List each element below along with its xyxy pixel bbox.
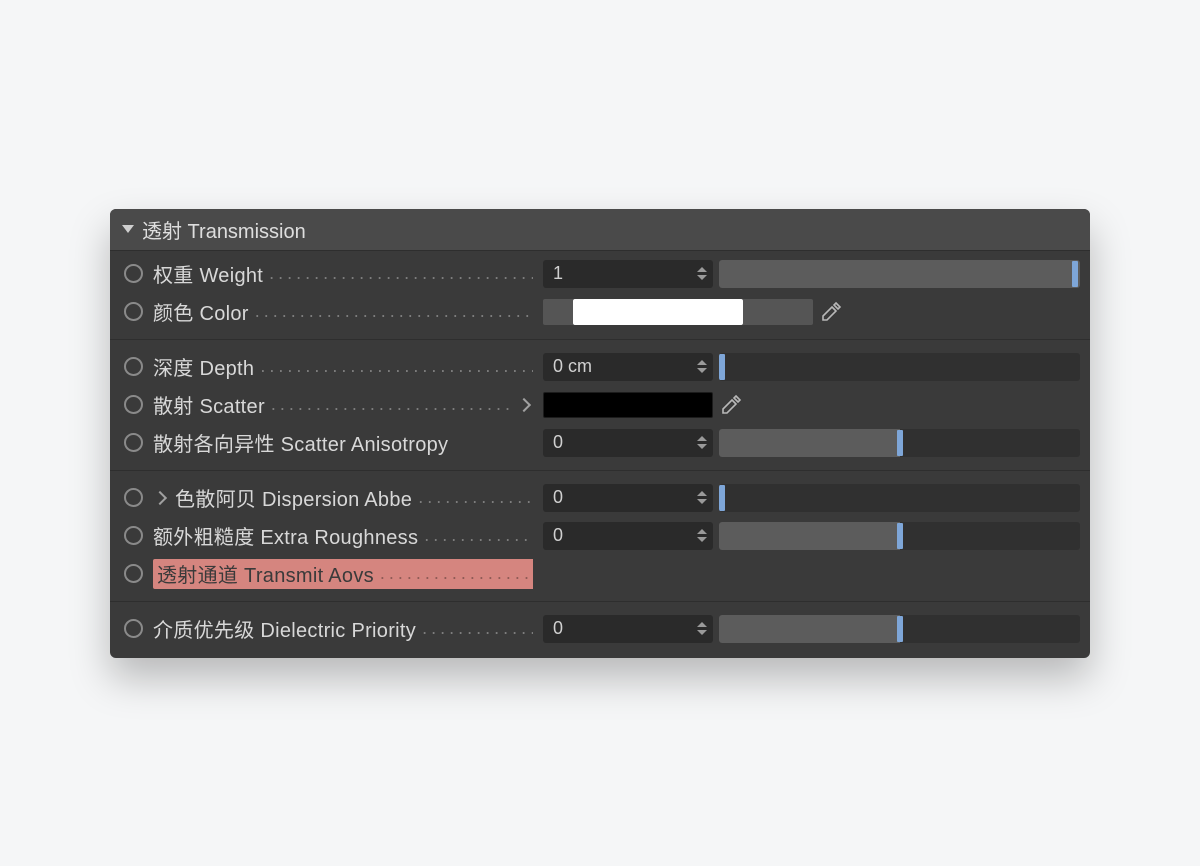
row-scatter: 散射 Scatter .............................… bbox=[110, 386, 1090, 424]
spinner-icon[interactable] bbox=[695, 263, 709, 285]
scatter-aniso-slider[interactable] bbox=[719, 429, 1080, 457]
dots-icon: ........................................… bbox=[418, 487, 533, 508]
dispersion-abbe-slider[interactable] bbox=[719, 484, 1080, 512]
scatter-aniso-input[interactable]: 0 bbox=[543, 429, 713, 457]
value-text: 0 cm bbox=[553, 356, 592, 377]
dielectric-priority-slider[interactable] bbox=[719, 615, 1080, 643]
row-extra-roughness: 额外粗糙度 Extra Roughness ..................… bbox=[110, 517, 1090, 555]
extra-roughness-input[interactable]: 0 bbox=[543, 522, 713, 550]
label-dielectric-priority: 介质优先级 Dielectric Priority ..............… bbox=[153, 614, 533, 643]
link-dot-icon[interactable] bbox=[124, 357, 143, 376]
control-scatter-aniso: 0 bbox=[543, 428, 1080, 458]
control-extra-roughness: 0 bbox=[543, 521, 1080, 551]
transmission-panel: 透射 Transmission 权重 Weight ..............… bbox=[110, 209, 1090, 658]
extra-roughness-slider[interactable] bbox=[719, 522, 1080, 550]
value-text: 1 bbox=[553, 263, 563, 284]
spinner-icon[interactable] bbox=[695, 432, 709, 454]
dispersion-abbe-input[interactable]: 0 bbox=[543, 484, 713, 512]
value-text: 0 bbox=[553, 618, 563, 639]
label-text: 深度 Depth bbox=[153, 352, 254, 381]
link-dot-icon[interactable] bbox=[124, 488, 143, 507]
row-depth: 深度 Depth ...............................… bbox=[110, 348, 1090, 386]
control-depth: 0 cm bbox=[543, 352, 1080, 382]
label-weight: 权重 Weight ..............................… bbox=[153, 259, 533, 288]
label-scatter-aniso: 散射各向异性 Scatter Anisotropy bbox=[153, 428, 533, 457]
value-text: 0 bbox=[553, 487, 563, 508]
group-2: 深度 Depth ...............................… bbox=[110, 344, 1090, 466]
label-color: 颜色 Color ...............................… bbox=[153, 297, 533, 326]
label-text: 颜色 Color bbox=[153, 297, 249, 326]
spinner-icon[interactable] bbox=[695, 356, 709, 378]
label-text: 透射通道 Transmit Aovs bbox=[157, 559, 374, 588]
label-text: 额外粗糙度 Extra Roughness bbox=[153, 521, 418, 550]
dots-icon: ........................................… bbox=[255, 301, 533, 322]
chevron-right-icon[interactable] bbox=[517, 397, 531, 411]
color-tail-bar bbox=[743, 299, 813, 325]
control-dispersion-abbe: 0 bbox=[543, 483, 1080, 513]
group-1: 权重 Weight ..............................… bbox=[110, 251, 1090, 335]
spinner-icon[interactable] bbox=[695, 618, 709, 640]
eyedropper-icon[interactable] bbox=[719, 393, 743, 417]
row-color: 颜色 Color ...............................… bbox=[110, 293, 1090, 331]
control-dielectric-priority: 0 bbox=[543, 614, 1080, 644]
dots-icon: ........................................… bbox=[269, 263, 533, 284]
collapse-triangle-icon[interactable] bbox=[122, 225, 134, 233]
label-depth: 深度 Depth ...............................… bbox=[153, 352, 533, 381]
divider bbox=[110, 601, 1090, 602]
color-swatch[interactable] bbox=[573, 299, 743, 325]
dots-icon: ........................................… bbox=[271, 394, 511, 415]
weight-input[interactable]: 1 bbox=[543, 260, 713, 288]
label-text: 权重 Weight bbox=[153, 259, 263, 288]
section-header[interactable]: 透射 Transmission bbox=[110, 209, 1090, 251]
link-dot-icon[interactable] bbox=[124, 433, 143, 452]
value-text: 0 bbox=[553, 432, 563, 453]
dielectric-priority-input[interactable]: 0 bbox=[543, 615, 713, 643]
dots-icon: ........................................… bbox=[422, 618, 533, 639]
row-transmit-aovs: 透射通道 Transmit Aovs .....................… bbox=[110, 555, 1090, 593]
eyedropper-icon[interactable] bbox=[819, 300, 843, 324]
label-text: 色散阿贝 Dispersion Abbe bbox=[175, 483, 412, 512]
color-lead-bar bbox=[543, 299, 573, 325]
dots-icon: ........................................… bbox=[380, 563, 533, 584]
value-text: 0 bbox=[553, 525, 563, 546]
link-dot-icon[interactable] bbox=[124, 526, 143, 545]
row-dielectric-priority: 介质优先级 Dielectric Priority ..............… bbox=[110, 610, 1090, 648]
depth-input[interactable]: 0 cm bbox=[543, 353, 713, 381]
label-text: 散射各向异性 Scatter Anisotropy bbox=[153, 428, 448, 457]
row-scatter-anisotropy: 散射各向异性 Scatter Anisotropy 0 bbox=[110, 424, 1090, 462]
control-color bbox=[543, 297, 1080, 327]
label-transmit-aovs: 透射通道 Transmit Aovs .....................… bbox=[153, 559, 533, 589]
spinner-icon[interactable] bbox=[695, 487, 709, 509]
control-transmit-aovs bbox=[543, 559, 1080, 589]
spinner-icon[interactable] bbox=[695, 525, 709, 547]
label-text: 散射 Scatter bbox=[153, 390, 265, 419]
label-scatter: 散射 Scatter .............................… bbox=[153, 390, 533, 419]
label-text: 介质优先级 Dielectric Priority bbox=[153, 614, 416, 643]
label-dispersion-abbe: 色散阿贝 Dispersion Abbe ...................… bbox=[153, 483, 533, 512]
dots-icon: ........................................… bbox=[424, 525, 533, 546]
scatter-swatch[interactable] bbox=[543, 392, 713, 418]
control-scatter bbox=[543, 390, 1080, 420]
link-dot-icon[interactable] bbox=[124, 395, 143, 414]
section-title: 透射 Transmission bbox=[142, 215, 306, 244]
link-dot-icon[interactable] bbox=[124, 302, 143, 321]
label-extra-roughness: 额外粗糙度 Extra Roughness ..................… bbox=[153, 521, 533, 550]
link-dot-icon[interactable] bbox=[124, 619, 143, 638]
group-4: 介质优先级 Dielectric Priority ..............… bbox=[110, 606, 1090, 652]
link-dot-icon[interactable] bbox=[124, 264, 143, 283]
link-dot-icon[interactable] bbox=[124, 564, 143, 583]
chevron-right-icon[interactable] bbox=[153, 490, 167, 504]
weight-slider[interactable] bbox=[719, 260, 1080, 288]
dots-icon: ........................................… bbox=[260, 356, 533, 377]
depth-slider[interactable] bbox=[719, 353, 1080, 381]
group-3: 色散阿贝 Dispersion Abbe ...................… bbox=[110, 475, 1090, 597]
row-dispersion-abbe: 色散阿贝 Dispersion Abbe ...................… bbox=[110, 479, 1090, 517]
divider bbox=[110, 470, 1090, 471]
divider bbox=[110, 339, 1090, 340]
control-weight: 1 bbox=[543, 259, 1080, 289]
row-weight: 权重 Weight ..............................… bbox=[110, 255, 1090, 293]
